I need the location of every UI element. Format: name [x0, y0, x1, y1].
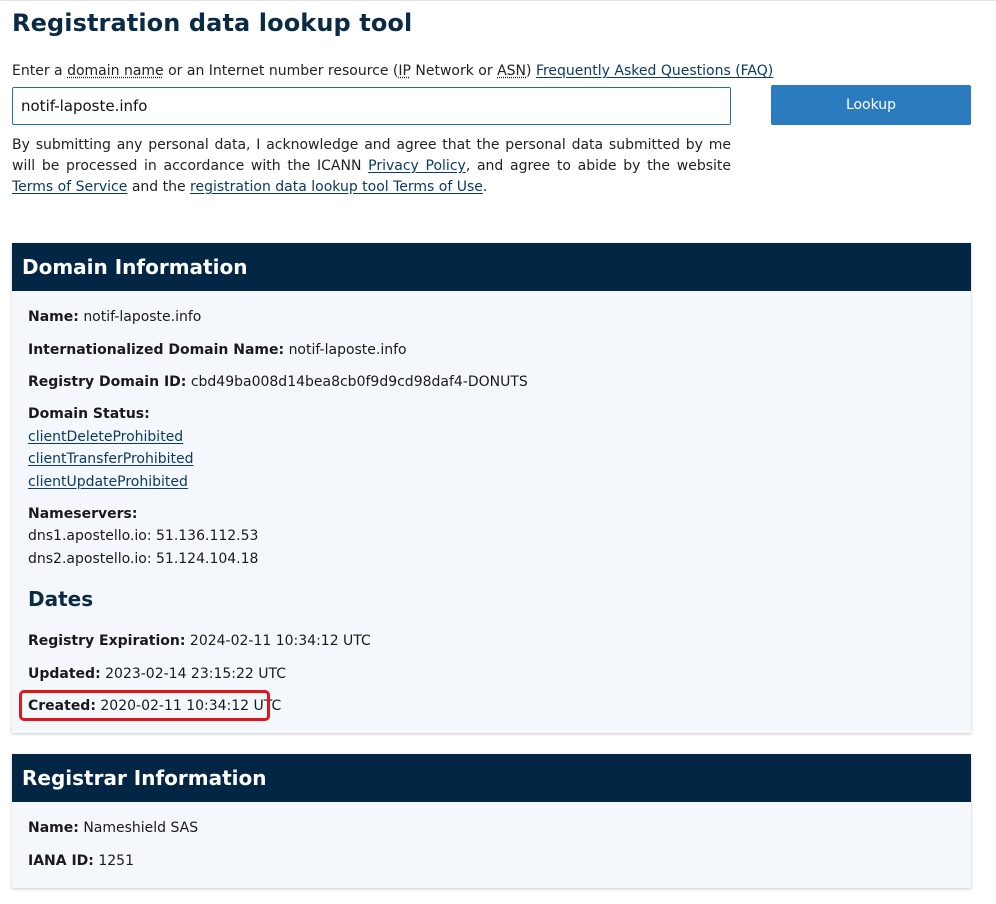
registry-domain-id-label: Registry Domain ID:	[28, 374, 187, 390]
dates-heading: Dates	[28, 587, 94, 611]
consent-text: By submitting any personal data, I ackno…	[12, 135, 731, 198]
nameserver-item: dns2.apostello.io: 51.124.104.18	[28, 551, 259, 567]
nameservers-label-text: Nameservers:	[28, 506, 138, 522]
nameserver-item: dns1.apostello.io: 51.136.112.53	[28, 528, 259, 544]
registrar-information-panel: Registrar Information Name: Nameshield S…	[12, 754, 971, 888]
page-title: Registration data lookup tool	[12, 9, 413, 37]
prompt-middle: or an Internet number resource (	[163, 63, 399, 79]
status-link-client-delete-prohibited[interactable]: clientDeleteProhibited	[28, 429, 183, 445]
domain-name-row: Name: notif-laposte.info	[28, 309, 201, 325]
faq-link[interactable]: Frequently Asked Questions (FAQ)	[536, 63, 773, 79]
registry-expiration-row: Registry Expiration: 2024-02-11 10:34:12…	[28, 633, 371, 649]
iana-id-label: IANA ID:	[28, 853, 94, 869]
iana-id-row: IANA ID: 1251	[28, 853, 134, 869]
abbr-ip: IP	[398, 63, 411, 79]
search-prompt: Enter a domain name or an Internet numbe…	[12, 63, 773, 79]
status-link-client-transfer-prohibited[interactable]: clientTransferProhibited	[28, 451, 193, 467]
created-highlight-box	[19, 690, 270, 721]
consent-text-2: , and agree to abide by the website	[465, 158, 731, 174]
terms-of-use-link[interactable]: registration data lookup tool Terms of U…	[190, 179, 483, 195]
domain-information-header: Domain Information	[12, 243, 971, 291]
status-link-client-update-prohibited[interactable]: clientUpdateProhibited	[28, 474, 188, 490]
registrar-information-header: Registrar Information	[12, 754, 971, 802]
idn-value: notif-laposte.info	[288, 342, 407, 358]
privacy-policy-link[interactable]: Privacy Policy	[368, 158, 466, 174]
consent-text-3: and the	[127, 179, 191, 195]
nameservers-label: Nameservers:	[28, 506, 137, 522]
registrar-name-value: Nameshield SAS	[83, 820, 199, 836]
idn-row: Internationalized Domain Name: notif-lap…	[28, 342, 407, 358]
consent-text-4: .	[482, 179, 488, 195]
domain-status-label: Domain Status:	[28, 406, 150, 422]
updated-value: 2023-02-14 23:15:22 UTC	[105, 666, 287, 682]
registry-domain-id-value: cbd49ba008d14bea8cb0f9d9cd98daf4-DONUTS	[190, 374, 528, 390]
iana-id-value: 1251	[98, 853, 134, 869]
registry-expiration-value: 2024-02-11 10:34:12 UTC	[189, 633, 371, 649]
prompt-prefix: Enter a	[12, 63, 68, 79]
domain-status-label-text: Domain Status:	[28, 406, 150, 422]
prompt-network-or: Network or	[410, 63, 498, 79]
registrar-name-label: Name:	[28, 820, 79, 836]
lookup-button[interactable]: Lookup	[771, 85, 971, 125]
search-input[interactable]	[12, 87, 731, 125]
registry-expiration-label: Registry Expiration:	[28, 633, 186, 649]
updated-row: Updated: 2023-02-14 23:15:22 UTC	[28, 666, 286, 682]
domain-name-value: notif-laposte.info	[83, 309, 202, 325]
domain-name-label: Name:	[28, 309, 79, 325]
domain-information-panel: Domain Information Name: notif-laposte.i…	[12, 243, 971, 733]
registry-domain-id-row: Registry Domain ID: cbd49ba008d14bea8cb0…	[28, 374, 528, 390]
idn-label: Internationalized Domain Name:	[28, 342, 285, 358]
abbr-domain-name: domain name	[67, 63, 164, 79]
abbr-asn: ASN	[497, 63, 527, 79]
registrar-name-row: Name: Nameshield SAS	[28, 820, 198, 836]
terms-of-service-link[interactable]: Terms of Service	[12, 179, 127, 195]
prompt-suffix: )	[526, 63, 536, 79]
page: Registration data lookup tool Enter a do…	[0, 0, 996, 904]
updated-label: Updated:	[28, 666, 101, 682]
